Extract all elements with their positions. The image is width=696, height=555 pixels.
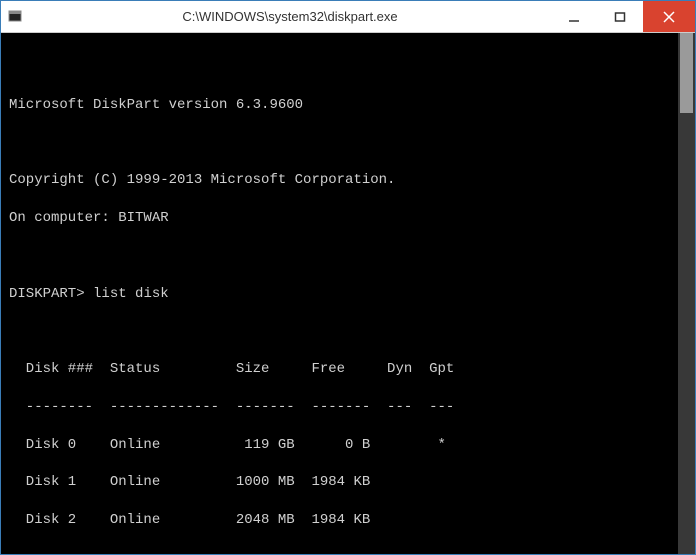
prompt-line: DISKPART> list disk xyxy=(9,285,687,304)
table-row: Disk 1 Online 1000 MB 1984 KB xyxy=(9,473,687,492)
console-output[interactable]: Microsoft DiskPart version 6.3.9600 Copy… xyxy=(1,33,695,554)
window-title: C:\WINDOWS\system32\diskpart.exe xyxy=(29,9,551,24)
blank-line xyxy=(9,247,687,266)
table-header: Disk ### Status Size Free Dyn Gpt xyxy=(9,360,687,379)
table-row: Disk 0 Online 119 GB 0 B * xyxy=(9,436,687,455)
blank-line xyxy=(9,549,687,554)
scrollbar-thumb[interactable] xyxy=(680,33,693,113)
titlebar[interactable]: C:\WINDOWS\system32\diskpart.exe xyxy=(1,1,695,33)
version-line: Microsoft DiskPart version 6.3.9600 xyxy=(9,96,687,115)
copyright-line: Copyright (C) 1999-2013 Microsoft Corpor… xyxy=(9,171,687,190)
table-divider: -------- ------------- ------- ------- -… xyxy=(9,398,687,417)
blank-line xyxy=(9,58,687,77)
prompt: DISKPART> xyxy=(9,286,85,302)
table-row: Disk 2 Online 2048 MB 1984 KB xyxy=(9,511,687,530)
cmd-list-disk: list disk xyxy=(93,286,169,302)
close-button[interactable] xyxy=(643,1,695,32)
vertical-scrollbar[interactable] xyxy=(678,33,695,554)
maximize-button[interactable] xyxy=(597,1,643,32)
computer-line: On computer: BITWAR xyxy=(9,209,687,228)
system-menu-icon[interactable] xyxy=(1,1,29,32)
blank-line xyxy=(9,133,687,152)
window-controls xyxy=(551,1,695,32)
blank-line xyxy=(9,322,687,341)
app-window: C:\WINDOWS\system32\diskpart.exe Microso… xyxy=(0,0,696,555)
minimize-button[interactable] xyxy=(551,1,597,32)
